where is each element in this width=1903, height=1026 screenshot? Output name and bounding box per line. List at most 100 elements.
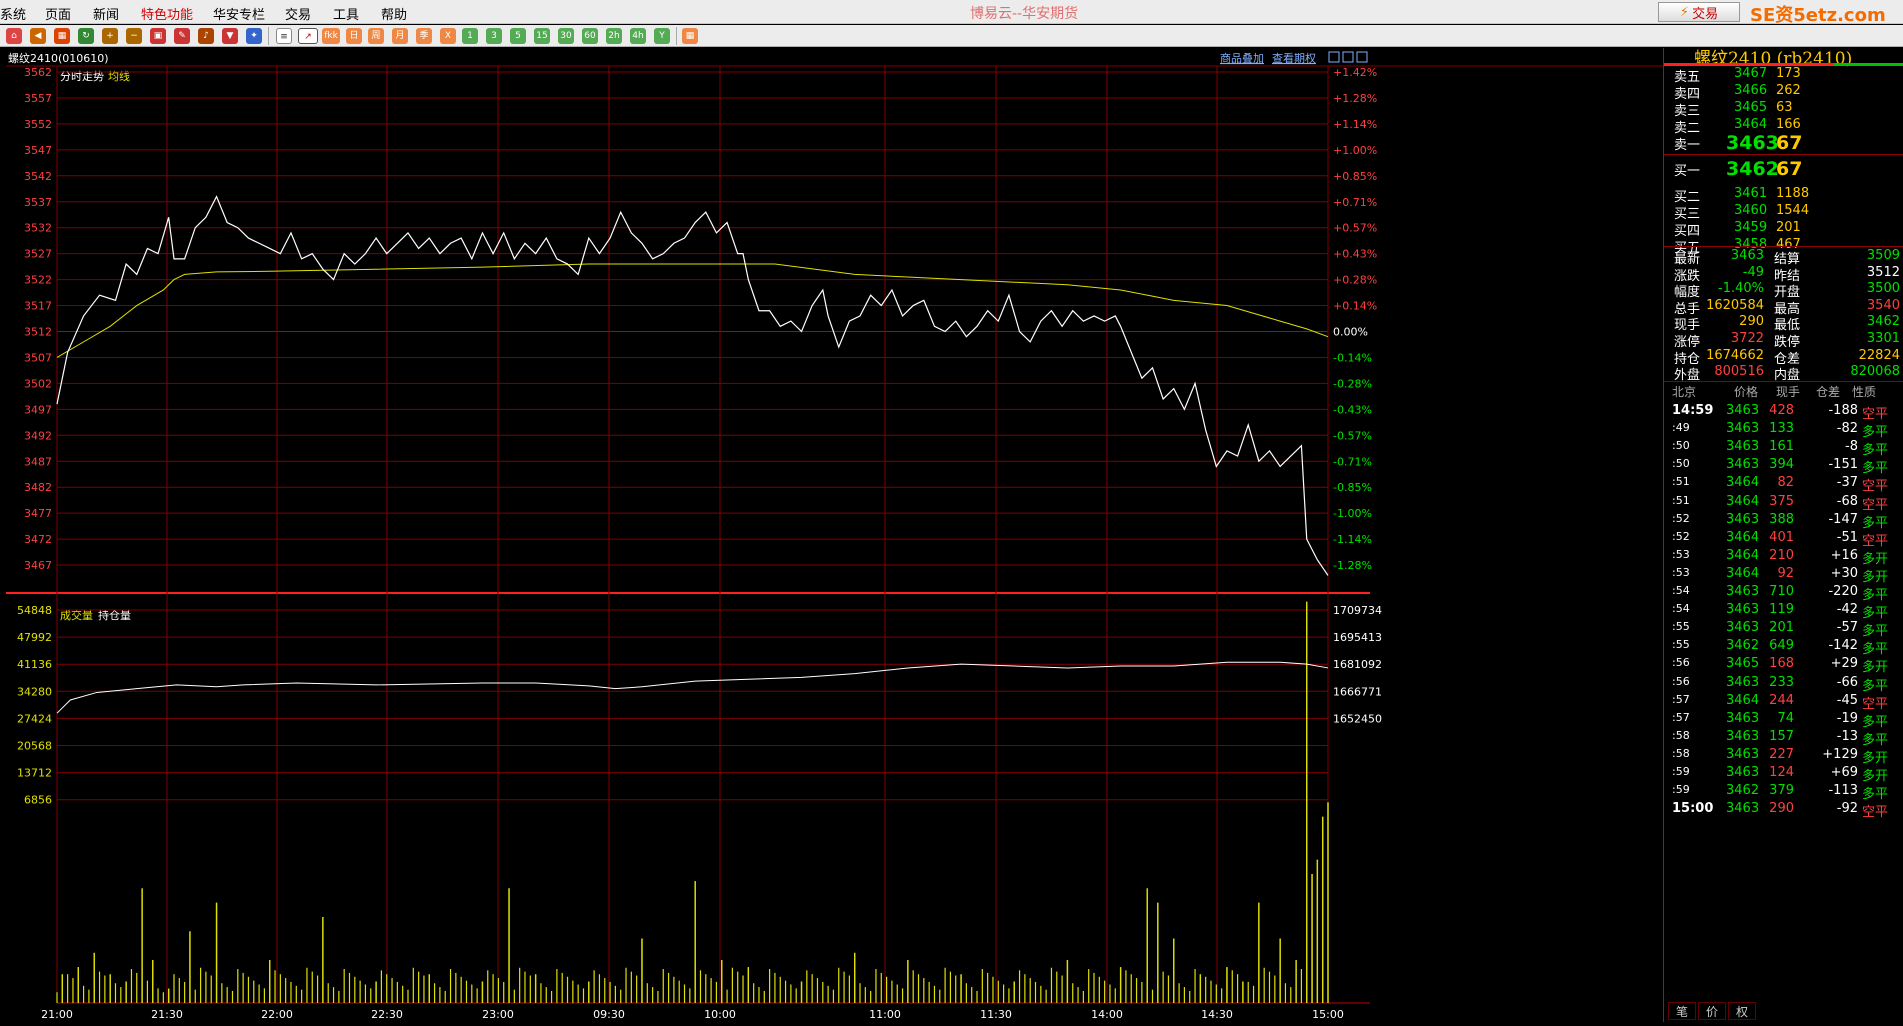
open-interest-tick-label: 1695413 [1333,631,1382,644]
percent-tick-label: +0.85% [1333,170,1377,183]
volume-tick-label: 34280 [17,685,52,698]
price-tick-label: 3542 [24,170,52,183]
period-3-button[interactable]: 3 [486,28,502,44]
week-period-button[interactable]: 周 [368,28,384,44]
order-price: 3463 [1726,132,1779,154]
menu-page[interactable]: 页面 [45,4,71,23]
open-interest-tick-label: 1681092 [1333,658,1382,671]
zoom-in-icon[interactable]: + [102,28,118,44]
period-60-button[interactable]: 60 [582,28,598,44]
volume-tick-label: 20568 [17,740,52,753]
table-icon[interactable]: ≡ [276,28,292,44]
menu-system[interactable]: 系统 [0,4,26,23]
tick-oi-change: -42 [1836,602,1858,618]
order-price: 3459 [1734,220,1768,235]
options-link[interactable]: 查看期权 [1272,51,1316,65]
layout-icon[interactable] [1356,51,1368,63]
price-tick-label: 3497 [24,403,52,416]
open-interest-tick-label: 1709734 [1333,604,1382,617]
season-period-button[interactable]: 季 [416,28,432,44]
refresh-icon[interactable]: ↻ [78,28,94,44]
period-30-button[interactable]: 30 [558,28,574,44]
period-1-button[interactable]: 1 [462,28,478,44]
tool-icon[interactable]: ✦ [246,28,262,44]
tick-price: 3464 [1726,692,1760,708]
menu-help[interactable]: 帮助 [381,4,407,23]
lightning-icon: ⚡ [1679,4,1690,20]
tick-price: 3463 [1726,457,1760,473]
avg-price-line [56,263,1329,358]
stat-value: 3509 [1866,248,1900,263]
tick-price: 3465 [1726,656,1760,672]
chart-svg[interactable]: 螺纹2410(010610) 商品叠加 查看期权 分时走势 均线 成交量 持仓量… [0,48,1663,1022]
tick-oi-change: +129 [1822,746,1858,762]
layout-icon[interactable] [1328,51,1340,63]
back-icon[interactable]: ◀ [30,28,46,44]
tick-price: 3464 [1726,529,1760,545]
buy-order-row[interactable]: 买一 3462 67 [1664,158,1903,180]
percent-tick-label: -0.43% [1333,403,1372,416]
filter-icon[interactable]: ▼ [222,28,238,44]
menu-huaan[interactable]: 华安专栏 [213,4,265,23]
time-tick-label: 15:00 [1312,1008,1344,1021]
percent-tick-label: -1.00% [1333,507,1372,520]
tick-time: :55 [1672,638,1690,652]
percent-tick-label: +0.28% [1333,274,1377,287]
period-4h-button[interactable]: 4h [630,28,646,44]
tick-time: :53 [1672,565,1690,579]
tick-time: :54 [1672,602,1690,616]
day-period-button[interactable]: 日 [346,28,362,44]
stat-value: 290 [1739,314,1764,330]
tick-time: :51 [1672,475,1690,489]
app-title: 博易云--华安期货 [970,6,1079,22]
tick-volume: 227 [1769,746,1794,762]
price-tick-label: 3527 [24,248,52,261]
order-price: 3467 [1734,66,1768,81]
price-tick-label: 3472 [24,533,52,546]
calc-icon[interactable]: ▦ [682,28,698,44]
menu-tools[interactable]: 工具 [333,4,359,23]
chart-area[interactable]: 螺纹2410(010610) 商品叠加 查看期权 分时走势 均线 成交量 持仓量… [0,48,1663,1022]
intraday-chart-icon[interactable]: ↗ [298,28,318,44]
period-year-button[interactable]: Y [654,28,670,44]
volume-tick-label: 13712 [17,767,52,780]
percent-tick-label: -0.85% [1333,481,1372,494]
tick-price: 3463 [1726,584,1760,599]
tick-row[interactable]: 15:00 3463 290 -92 空平 [1664,798,1903,820]
menu-features[interactable]: 特色功能 [141,4,193,23]
price-tick-label: 3522 [24,274,52,287]
quote-tab[interactable]: 权 [1728,1002,1757,1020]
overlay-link[interactable]: 商品叠加 [1220,51,1264,65]
tick-oi-change: -147 [1828,511,1858,527]
sell-order-row[interactable]: 卖一 3463 67 [1664,132,1903,154]
fkk-icon[interactable]: fkk [322,28,340,44]
tick-time: :57 [1672,710,1690,724]
bell-icon[interactable]: ♪ [198,28,214,44]
time-tick-label: 23:00 [482,1008,514,1021]
pen-icon[interactable]: ✎ [174,28,190,44]
order-volume: 1188 [1776,186,1810,201]
board-icon[interactable]: ▦ [54,28,70,44]
period-15-button[interactable]: 15 [534,28,550,44]
x-period-button[interactable]: X [440,28,456,44]
tick-time: :55 [1672,620,1690,634]
tick-volume: 92 [1777,565,1794,581]
period-5-button[interactable]: 5 [510,28,526,44]
window-icon[interactable]: ▣ [150,28,166,44]
month-period-button[interactable]: 月 [392,28,408,44]
order-volume: 67 [1776,132,1803,154]
period-2h-button[interactable]: 2h [606,28,622,44]
home-icon[interactable]: ⌂ [6,28,22,44]
tick-oi-change: -151 [1828,457,1858,473]
quote-tab[interactable]: 笔 [1668,1002,1697,1020]
stat-value: 3540 [1866,297,1900,313]
layout-icon[interactable] [1342,51,1354,63]
trade-button[interactable]: ⚡ 交易 [1658,2,1740,22]
menu-news[interactable]: 新闻 [93,4,119,23]
quote-tab[interactable]: 价 [1698,1002,1727,1020]
tick-time: 14:59 [1672,403,1714,418]
zoom-out-icon[interactable]: − [126,28,142,44]
open-interest-line [56,661,1329,714]
time-tick-label: 21:00 [41,1008,73,1021]
menu-trade[interactable]: 交易 [285,4,311,23]
